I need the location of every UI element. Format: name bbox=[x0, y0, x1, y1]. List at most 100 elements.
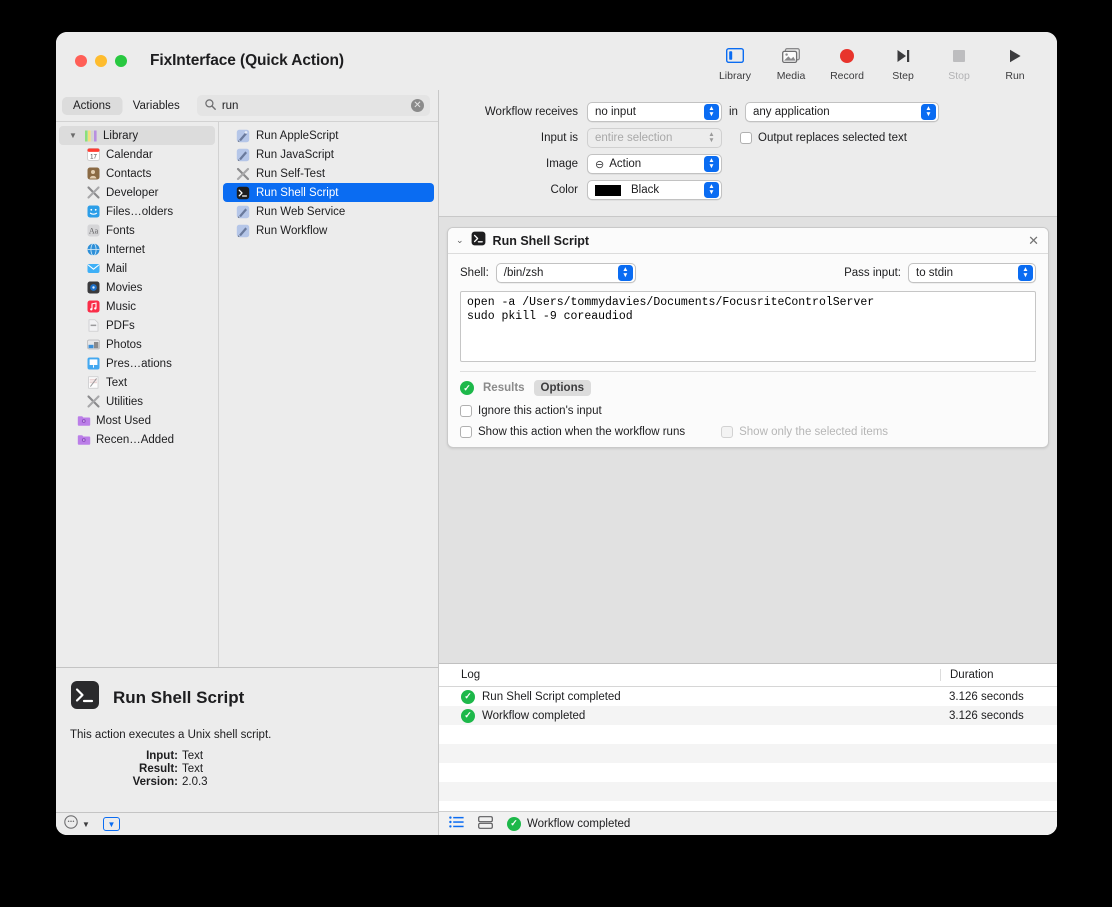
action-item-run-self-test[interactable]: Run Self-Test bbox=[223, 164, 434, 183]
info-circle-icon[interactable] bbox=[64, 814, 78, 834]
info-meta-value: Text bbox=[182, 750, 204, 762]
color-value-wrap: Black bbox=[595, 184, 704, 196]
info-meta-value: Text bbox=[182, 763, 204, 775]
toolbar-media-button[interactable]: Media bbox=[763, 38, 819, 82]
sidebar-item-contacts[interactable]: Contacts bbox=[59, 164, 215, 183]
shell-select[interactable]: /bin/zsh ▲ ▼ bbox=[495, 263, 636, 283]
sidebar-item-most-used[interactable]: Most Used bbox=[59, 411, 215, 430]
toolbar-run-button[interactable]: Run bbox=[987, 38, 1043, 82]
stepper-icon[interactable]: ▲ ▼ bbox=[920, 104, 936, 120]
library-icon bbox=[726, 44, 744, 67]
list-view-icon[interactable] bbox=[449, 816, 464, 831]
sidebar-item-calendar[interactable]: 17 Calendar bbox=[59, 145, 215, 164]
chevron-down-box-icon[interactable]: ▼ bbox=[102, 817, 120, 831]
stepper-icon[interactable]: ▲ ▼ bbox=[617, 265, 633, 281]
shell-value: /bin/zsh bbox=[503, 267, 544, 279]
log-row[interactable]: ✓ Workflow completed 3.126 seconds bbox=[439, 706, 1057, 725]
log-column-header-duration[interactable]: Duration bbox=[940, 669, 1057, 681]
chevron-down-icon[interactable]: ▼ bbox=[82, 820, 90, 829]
sidebar-item-utilities[interactable]: Utilities bbox=[59, 392, 215, 411]
sidebar-item-pdfs[interactable]: PDFs bbox=[59, 316, 215, 335]
tab-variables[interactable]: Variables bbox=[122, 97, 191, 115]
output-replaces-row[interactable]: Output replaces selected text bbox=[740, 132, 907, 144]
output-replaces-checkbox[interactable] bbox=[740, 132, 752, 144]
image-value-wrap: ⊖ Action bbox=[595, 158, 704, 171]
sidebar-item-label: PDFs bbox=[106, 319, 135, 332]
image-select[interactable]: ⊖ Action ▲ ▼ bbox=[587, 154, 722, 174]
tab-options[interactable]: Options bbox=[533, 380, 591, 396]
color-select[interactable]: Black ▲ ▼ bbox=[587, 180, 722, 200]
step-icon bbox=[896, 44, 911, 67]
sidebar-item-developer[interactable]: Developer bbox=[59, 183, 215, 202]
sidebar-item-movies[interactable]: Movies bbox=[59, 278, 215, 297]
workflow-canvas[interactable]: ⌄ Run Shell Script ✕ Shell: /bin/zsh ▲ ▼… bbox=[439, 216, 1057, 663]
toolbar-step-button[interactable]: Step bbox=[875, 38, 931, 82]
sidebar-item-fonts[interactable]: Aa Fonts bbox=[59, 221, 215, 240]
sidebar-item-music[interactable]: Music bbox=[59, 297, 215, 316]
stepper-icon[interactable]: ▲ ▼ bbox=[704, 156, 719, 172]
sidebar-item-label: Files…olders bbox=[106, 205, 174, 218]
library-list: ▼ Library 17 Calendar Contacts Developer… bbox=[56, 122, 219, 667]
sidebar-item-library[interactable]: ▼ Library bbox=[59, 126, 215, 145]
sidebar-item-text[interactable]: Text bbox=[59, 373, 215, 392]
close-icon[interactable]: ✕ bbox=[1028, 233, 1039, 249]
stepper-icon[interactable]: ▲ ▼ bbox=[704, 182, 719, 198]
toolbar-label: Step bbox=[892, 70, 914, 82]
show-action-checkbox[interactable] bbox=[460, 426, 472, 438]
sidebar-item-presentations[interactable]: Pres…ations bbox=[59, 354, 215, 373]
stepper-icon[interactable]: ▲ ▼ bbox=[704, 104, 719, 120]
zoom-window-button[interactable] bbox=[115, 55, 127, 67]
script-editor[interactable]: open -a /Users/tommydavies/Documents/Foc… bbox=[460, 291, 1036, 362]
action-item-label: Run Web Service bbox=[256, 205, 346, 218]
chevron-down-icon[interactable]: ▼ bbox=[69, 131, 78, 140]
chevron-down-icon[interactable]: ⌄ bbox=[456, 235, 464, 246]
finder-icon bbox=[86, 204, 101, 219]
action-item-run-javascript[interactable]: Run JavaScript bbox=[223, 145, 434, 164]
sidebar-item-mail[interactable]: Mail bbox=[59, 259, 215, 278]
toolbar-label: Media bbox=[776, 70, 806, 82]
stepper-icon[interactable]: ▲ ▼ bbox=[1018, 265, 1033, 281]
workflow-in-select[interactable]: any application ▲ ▼ bbox=[744, 102, 939, 122]
toolbar-library-button[interactable]: Library bbox=[707, 38, 763, 82]
workflow-receives-select[interactable]: no input ▲ ▼ bbox=[587, 102, 722, 122]
contacts-icon bbox=[86, 166, 101, 181]
action-item-run-workflow[interactable]: Run Workflow bbox=[223, 221, 434, 240]
clear-icon[interactable]: ✕ bbox=[411, 99, 424, 112]
tab-results[interactable]: Results bbox=[483, 382, 525, 394]
sidebar-item-recently-added[interactable]: Recen…Added bbox=[59, 430, 215, 449]
window-body: Actions Variables ✕ ▼ bbox=[56, 90, 1057, 835]
search-input[interactable] bbox=[221, 99, 405, 112]
toolbar-stop-button[interactable]: Stop bbox=[931, 38, 987, 82]
info-meta-value: 2.0.3 bbox=[182, 776, 208, 788]
sidebar-item-label: Music bbox=[106, 300, 137, 313]
workflow-receives-row: Workflow receives no input ▲ ▼ in any app… bbox=[451, 102, 1045, 122]
action-item-run-shell-script[interactable]: Run Shell Script bbox=[223, 183, 434, 202]
movies-icon bbox=[86, 280, 101, 295]
action-item-run-applescript[interactable]: Run AppleScript bbox=[223, 126, 434, 145]
action-item-run-web-service[interactable]: Run Web Service bbox=[223, 202, 434, 221]
tab-actions[interactable]: Actions bbox=[62, 96, 122, 115]
split-view-icon[interactable] bbox=[478, 815, 493, 832]
sidebar-item-label: Library bbox=[103, 129, 139, 142]
workflow-in-label: in bbox=[729, 106, 738, 118]
log-row[interactable]: ✓ Run Shell Script completed 3.126 secon… bbox=[439, 687, 1057, 706]
sidebar-item-internet[interactable]: Internet bbox=[59, 240, 215, 259]
sidebar-item-photos[interactable]: Photos bbox=[59, 335, 215, 354]
log-column-header-log[interactable]: Log bbox=[439, 669, 940, 681]
workflow-receives-label: Workflow receives bbox=[484, 106, 578, 118]
traffic-lights bbox=[75, 55, 127, 67]
pass-input-select[interactable]: to stdin ▲ ▼ bbox=[908, 263, 1036, 283]
log-row-empty bbox=[439, 725, 1057, 744]
close-window-button[interactable] bbox=[75, 55, 87, 67]
option-show-action-row[interactable]: Show this action when the workflow runs … bbox=[460, 426, 1036, 438]
minimize-window-button[interactable] bbox=[95, 55, 107, 67]
option-ignore-input-row[interactable]: Ignore this action's input bbox=[460, 405, 1036, 417]
library-bars-icon bbox=[83, 128, 98, 143]
search-field[interactable]: ✕ bbox=[196, 95, 430, 116]
sidebar-item-files-and-folders[interactable]: Files…olders bbox=[59, 202, 215, 221]
pass-input-label: Pass input: bbox=[844, 267, 901, 279]
toolbar-record-button[interactable]: Record bbox=[819, 38, 875, 82]
smart-folder-icon bbox=[76, 413, 91, 428]
terminal-icon bbox=[235, 185, 250, 200]
ignore-input-checkbox[interactable] bbox=[460, 405, 472, 417]
